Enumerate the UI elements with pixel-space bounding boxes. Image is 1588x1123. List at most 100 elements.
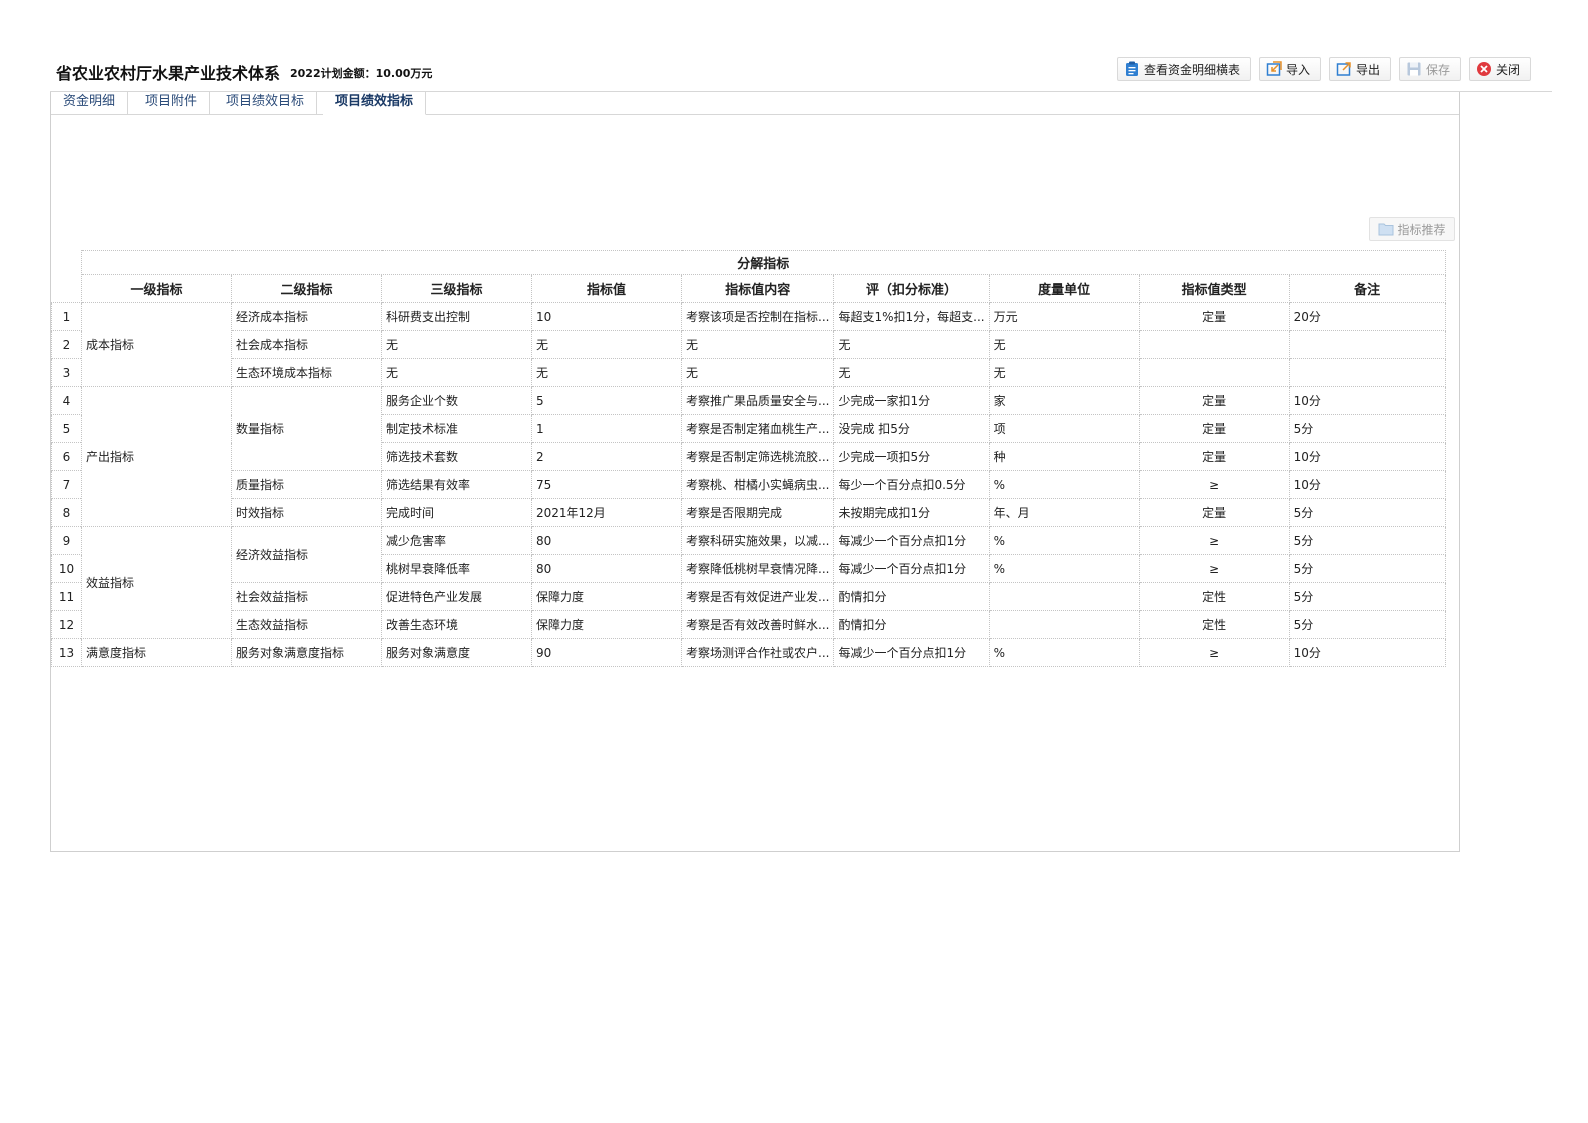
note-cell[interactable]: 5分 — [1288, 414, 1446, 443]
table-row[interactable]: 7 质量指标 筛选结果有效率 75 考察桃、柑橘小实蝇病虫... 每少一个百分点扣0.5分… — [51, 470, 1446, 499]
scoring-cell[interactable]: 酌情扣分 — [833, 582, 990, 611]
type-cell[interactable]: ≥ — [1138, 638, 1290, 667]
unit-cell[interactable] — [988, 610, 1140, 639]
level1-cell[interactable]: 满意度指标 — [81, 638, 232, 667]
table-row[interactable]: 8 时效指标 完成时间 2021年12月 考察是否限期完成 未按期完成扣1分 年、月 定量 5分 — [51, 498, 1446, 527]
table-row[interactable]: 11 社会效益指标 促进特色产业发展 保障力度 考察是否有效促进产业发... 酌情扣分 定性… — [51, 582, 1446, 611]
content-cell[interactable]: 考察降低桃树早衰情况降... — [680, 554, 835, 583]
type-cell[interactable]: 定量 — [1138, 386, 1290, 415]
level2-cell[interactable]: 社会成本指标 — [231, 330, 382, 359]
value-cell[interactable]: 10 — [531, 302, 682, 331]
unit-cell[interactable]: 家 — [988, 386, 1140, 415]
content-cell[interactable]: 考察该项是否控制在指标... — [680, 302, 835, 331]
unit-cell[interactable]: 种 — [988, 442, 1140, 471]
level3-cell[interactable]: 无 — [381, 358, 532, 387]
level1-cell[interactable]: 效益指标 — [81, 526, 232, 639]
value-cell[interactable]: 保障力度 — [531, 582, 682, 611]
unit-cell[interactable]: % — [988, 470, 1140, 499]
level2-cell[interactable]: 服务对象满意度指标 — [231, 638, 382, 667]
level3-cell[interactable]: 促进特色产业发展 — [381, 582, 532, 611]
level2-cell[interactable]: 时效指标 — [231, 498, 382, 527]
scoring-cell[interactable]: 每减少一个百分点扣1分 — [833, 526, 990, 555]
unit-cell[interactable]: 无 — [988, 330, 1140, 359]
value-cell[interactable]: 80 — [531, 554, 682, 583]
level2-cell[interactable]: 质量指标 — [231, 470, 382, 499]
note-cell[interactable]: 5分 — [1288, 526, 1446, 555]
note-cell[interactable]: 5分 — [1288, 582, 1446, 611]
level3-cell[interactable]: 服务对象满意度 — [381, 638, 532, 667]
note-cell[interactable]: 5分 — [1288, 498, 1446, 527]
value-cell[interactable]: 5 — [531, 386, 682, 415]
tab-attachments[interactable]: 项目附件 — [133, 92, 211, 114]
content-cell[interactable]: 考察是否有效促进产业发... — [680, 582, 835, 611]
note-cell[interactable]: 10分 — [1288, 638, 1446, 667]
recommend-indicator-button[interactable]: 指标推荐 — [1369, 217, 1455, 241]
value-cell[interactable]: 保障力度 — [531, 610, 682, 639]
table-row[interactable]: 3 生态环境成本指标无无无无无 — [51, 358, 1446, 387]
scoring-cell[interactable]: 无 — [833, 330, 990, 359]
note-cell[interactable] — [1288, 330, 1446, 359]
content-cell[interactable]: 考察推广果品质量安全与... — [680, 386, 835, 415]
scoring-cell[interactable]: 少完成一家扣1分 — [833, 386, 990, 415]
level2-cell[interactable]: 生态环境成本指标 — [231, 358, 382, 387]
level3-cell[interactable]: 改善生态环境 — [381, 610, 532, 639]
note-cell[interactable]: 10分 — [1288, 386, 1446, 415]
content-cell[interactable]: 无 — [680, 358, 835, 387]
unit-cell[interactable]: 年、月 — [988, 498, 1140, 527]
note-cell[interactable]: 5分 — [1288, 610, 1446, 639]
level3-cell[interactable]: 筛选结果有效率 — [381, 470, 532, 499]
table-row[interactable]: 12 生态效益指标 改善生态环境 保障力度 考察是否有效改善时鲜水... 酌情扣分 定性 5分 — [51, 610, 1446, 639]
tab-performance-indicators[interactable]: 项目绩效指标 — [323, 92, 427, 115]
value-cell[interactable]: 无 — [531, 330, 682, 359]
scoring-cell[interactable]: 未按期完成扣1分 — [833, 498, 990, 527]
tab-fund-detail[interactable]: 资金明细 — [51, 92, 129, 114]
content-cell[interactable]: 考察场测评合作社或农户... — [680, 638, 835, 667]
view-fund-detail-button[interactable]: 查看资金明细横表 — [1117, 57, 1251, 81]
save-button[interactable]: 保存 — [1399, 57, 1461, 81]
type-cell[interactable] — [1138, 330, 1290, 359]
level3-cell[interactable]: 筛选技术套数 — [381, 442, 532, 471]
level2-cell[interactable]: 经济效益指标 — [231, 526, 382, 583]
value-cell[interactable]: 75 — [531, 470, 682, 499]
content-cell[interactable]: 考察是否制定猪血桃生产... — [680, 414, 835, 443]
type-cell[interactable]: 定性 — [1138, 610, 1290, 639]
level2-cell[interactable]: 数量指标 — [231, 386, 382, 471]
note-cell[interactable]: 5分 — [1288, 554, 1446, 583]
unit-cell[interactable]: 无 — [988, 358, 1140, 387]
level3-cell[interactable]: 无 — [381, 330, 532, 359]
level3-cell[interactable]: 桃树早衰降低率 — [381, 554, 532, 583]
level3-cell[interactable]: 服务企业个数 — [381, 386, 532, 415]
level3-cell[interactable]: 制定技术标准 — [381, 414, 532, 443]
unit-cell[interactable]: % — [988, 526, 1140, 555]
content-cell[interactable]: 考察是否有效改善时鲜水... — [680, 610, 835, 639]
content-cell[interactable]: 考察科研实施效果，以减... — [680, 526, 835, 555]
import-button[interactable]: 导入 — [1259, 57, 1321, 81]
level2-cell[interactable]: 生态效益指标 — [231, 610, 382, 639]
table-row[interactable]: 4 产出指标 数量指标 服务企业个数 5 考察推广果品质量安全与... 少完成一家扣1分家定… — [51, 386, 1446, 527]
value-cell[interactable]: 1 — [531, 414, 682, 443]
value-cell[interactable]: 80 — [531, 526, 682, 555]
unit-cell[interactable]: % — [988, 554, 1140, 583]
level3-cell[interactable]: 科研费支出控制 — [381, 302, 532, 331]
content-cell[interactable]: 考察桃、柑橘小实蝇病虫... — [680, 470, 835, 499]
scoring-cell[interactable]: 每超支1%扣1分，每超支... — [833, 302, 990, 331]
table-row[interactable]: 2 社会成本指标无无无无无 — [51, 330, 1446, 359]
type-cell[interactable] — [1138, 358, 1290, 387]
content-cell[interactable]: 考察是否限期完成 — [680, 498, 835, 527]
scoring-cell[interactable]: 每减少一个百分点扣1分 — [833, 554, 990, 583]
level1-cell[interactable]: 成本指标 — [81, 302, 232, 387]
content-cell[interactable]: 无 — [680, 330, 835, 359]
type-cell[interactable]: 定量 — [1138, 442, 1290, 471]
scoring-cell[interactable]: 酌情扣分 — [833, 610, 990, 639]
scoring-cell[interactable]: 少完成一项扣5分 — [833, 442, 990, 471]
unit-cell[interactable]: 万元 — [988, 302, 1140, 331]
note-cell[interactable]: 20分 — [1288, 302, 1446, 331]
level2-cell[interactable]: 社会效益指标 — [231, 582, 382, 611]
type-cell[interactable]: 定性 — [1138, 582, 1290, 611]
scoring-cell[interactable]: 每少一个百分点扣0.5分 — [833, 470, 990, 499]
type-cell[interactable]: ≥ — [1138, 554, 1290, 583]
close-button[interactable]: 关闭 — [1469, 57, 1531, 81]
export-button[interactable]: 导出 — [1329, 57, 1391, 81]
type-cell[interactable]: 定量 — [1138, 302, 1290, 331]
note-cell[interactable]: 10分 — [1288, 442, 1446, 471]
